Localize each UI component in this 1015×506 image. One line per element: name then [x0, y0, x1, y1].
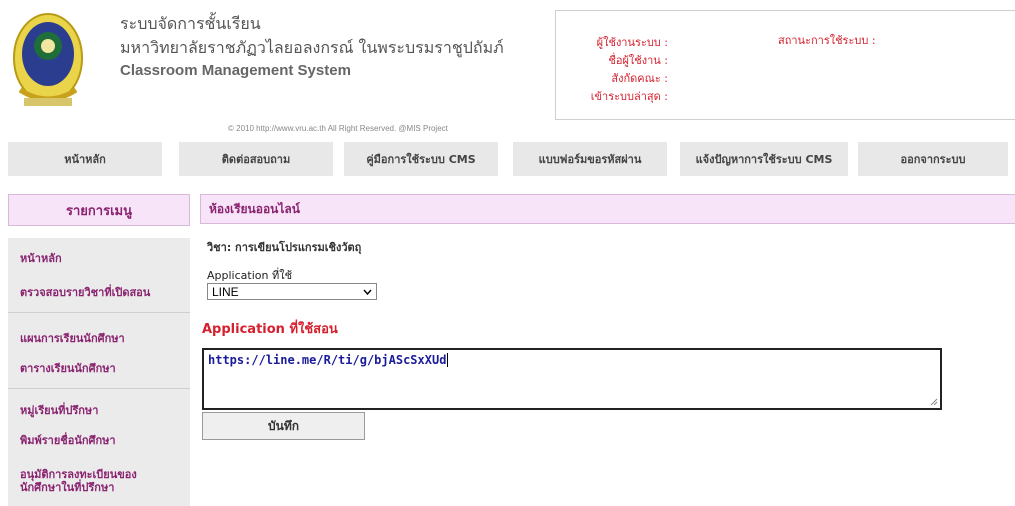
sidebar-item-print-students[interactable]: พิมพ์รายชื่อนักศึกษา [20, 434, 116, 447]
resize-grip-icon[interactable] [930, 398, 938, 406]
subject-label: วิชา: การเขียนโปรแกรมเชิงวัตถุ [207, 241, 362, 254]
copyright-text: © 2010 http://www.vru.ac.th All Right Re… [228, 124, 448, 133]
teaching-app-label: Application ที่ใช้สอน [202, 322, 338, 337]
menu-header: รายการเมนู [8, 194, 190, 226]
sidebar-item-study-plan[interactable]: แผนการเรียนนักศึกษา [20, 332, 125, 345]
save-button[interactable]: บันทึก [202, 412, 365, 440]
text-cursor [447, 353, 449, 367]
application-url-textarea[interactable]: https://line.me/R/ti/g/bjAScSxXUd [202, 348, 942, 410]
application-select[interactable]: LINE [207, 283, 377, 300]
university-logo [6, 4, 90, 120]
nav-home[interactable]: หน้าหลัก [8, 142, 162, 176]
sidebar-item-approve-registration[interactable]: อนุมัติการลงทะเบียนของ นักศึกษาในที่ปรึก… [20, 468, 137, 494]
system-title-thai: ระบบจัดการชั้นเรียน [120, 14, 261, 33]
username-label: ชื่อผู้ใช้งาน : [608, 54, 668, 67]
system-title-english: Classroom Management System [120, 62, 351, 79]
application-select-value: LINE [212, 284, 239, 299]
nav-manual[interactable]: คู่มือการใช้ระบบ CMS [344, 142, 498, 176]
university-name: มหาวิทยาลัยราชภัฏวไลยอลงกรณ์ ในพระบรมราช… [120, 38, 504, 57]
user-label: ผู้ใช้งานระบบ : [596, 36, 668, 49]
sidebar-menu: หน้าหลัก ตรวจสอบรายวิชาที่เปิดสอน แผนการ… [8, 238, 190, 506]
faculty-label: สังกัดคณะ : [611, 72, 668, 85]
application-label: Application ที่ใช้ [207, 269, 293, 282]
sidebar-divider [8, 388, 190, 389]
main-nav: หน้าหลัก ติดต่อสอบถาม คู่มือการใช้ระบบ C… [0, 142, 1015, 176]
chevron-down-icon [363, 287, 372, 297]
nav-logout[interactable]: ออกจากระบบ [858, 142, 1008, 176]
nav-contact[interactable]: ติดต่อสอบถาม [179, 142, 333, 176]
sidebar-item-home[interactable]: หน้าหลัก [20, 252, 62, 265]
sidebar-item-check-courses[interactable]: ตรวจสอบรายวิชาที่เปิดสอน [20, 286, 150, 299]
application-url-value: https://line.me/R/ti/g/bjAScSxXUd [208, 353, 447, 367]
sidebar-item-advisee-groups[interactable]: หมู่เรียนที่ปรึกษา [20, 404, 98, 417]
user-info-box: ผู้ใช้งานระบบ : ชื่อผู้ใช้งาน : สังกัดคณ… [555, 10, 1015, 120]
sidebar-item-timetable[interactable]: ตารางเรียนนักศึกษา [20, 362, 116, 375]
sidebar-divider [8, 312, 190, 313]
usage-status-label: สถานะการใช้ระบบ : [778, 34, 876, 47]
content-header: ห้องเรียนออนไลน์ [200, 194, 1015, 224]
nav-report-problem[interactable]: แจ้งปัญหาการใช้ระบบ CMS [680, 142, 848, 176]
nav-password-form[interactable]: แบบฟอร์มขอรหัสผ่าน [513, 142, 667, 176]
last-login-label: เข้าระบบล่าสุด : [590, 90, 668, 103]
